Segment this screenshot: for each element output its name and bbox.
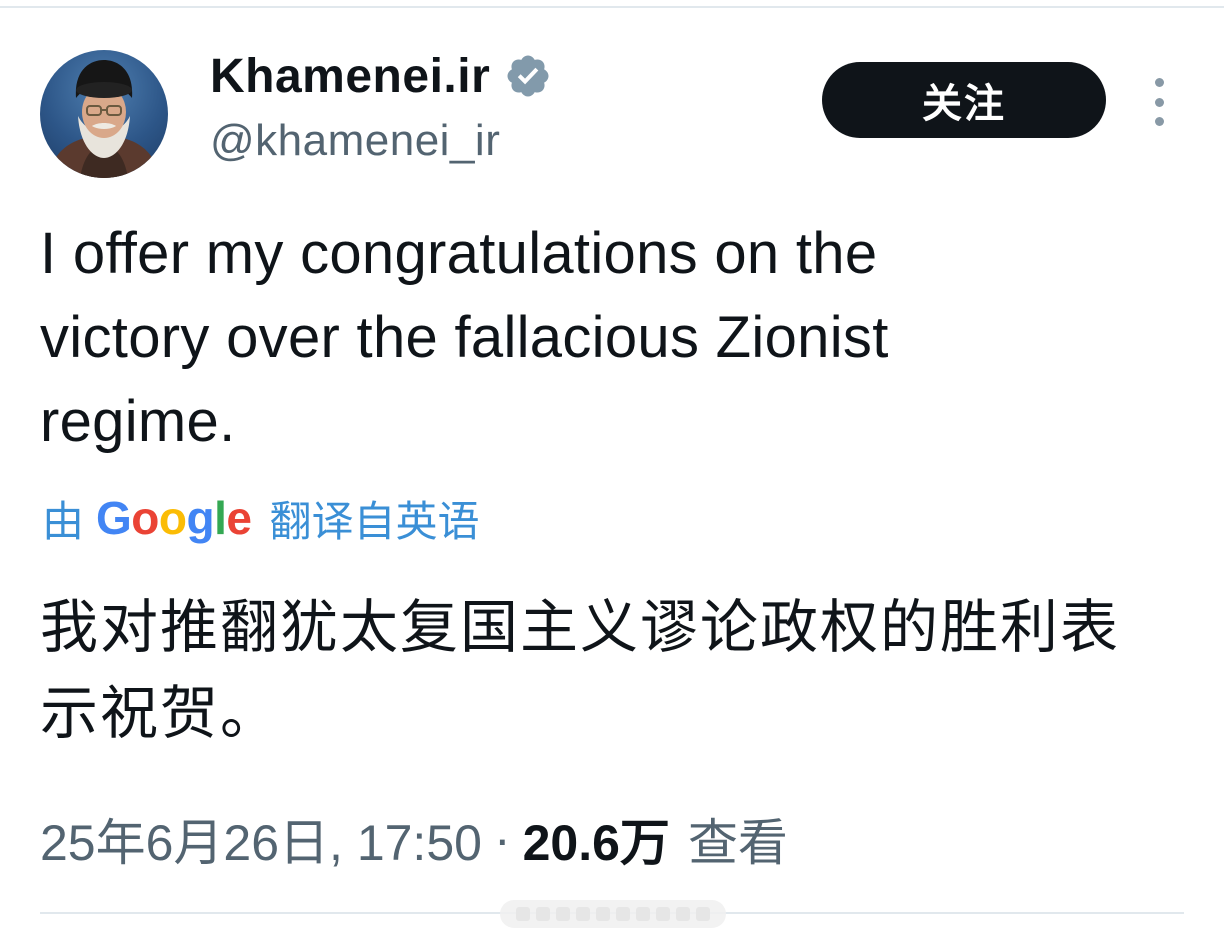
follow-button[interactable]: 关注 bbox=[822, 62, 1106, 138]
translated-text: 我对推翻犹太复国主义谬论政权的胜利表示祝贺。 bbox=[40, 595, 1121, 746]
views-label: 查看 bbox=[687, 815, 788, 871]
more-vertical-icon[interactable] bbox=[1144, 78, 1174, 126]
tweet-text: I offer my congratulations on the victor… bbox=[40, 221, 889, 454]
watermark-mark bbox=[576, 907, 590, 921]
tweet-meta: 25年6月26日, 17:50 · 20.6万 查看 bbox=[40, 806, 788, 872]
watermark-mark bbox=[636, 907, 650, 921]
top-divider bbox=[0, 6, 1224, 8]
watermark-mark bbox=[696, 907, 710, 921]
verified-badge-icon bbox=[504, 52, 552, 100]
view-count[interactable]: 20.6万 bbox=[523, 803, 670, 875]
google-logo-letter: o bbox=[158, 492, 187, 544]
watermark-mark bbox=[676, 907, 690, 921]
watermark bbox=[500, 900, 726, 928]
profile-photo-icon bbox=[48, 60, 160, 178]
watermark-mark bbox=[656, 907, 670, 921]
translation-prefix: 由 bbox=[42, 497, 85, 545]
watermark-mark bbox=[616, 907, 630, 921]
more-dot bbox=[1154, 117, 1164, 126]
watermark-mark bbox=[556, 907, 570, 921]
google-logo-letter: e bbox=[226, 492, 252, 544]
google-logo-letter: o bbox=[131, 492, 159, 544]
display-name[interactable]: Khamenei.ir bbox=[210, 49, 490, 104]
watermark-mark bbox=[596, 907, 610, 921]
more-dot bbox=[1154, 97, 1164, 107]
watermark-mark bbox=[536, 907, 550, 921]
watermark-mark bbox=[516, 907, 530, 921]
google-logo-letter: g bbox=[186, 492, 215, 544]
google-logo-letter: l bbox=[214, 492, 227, 544]
more-dot bbox=[1154, 78, 1164, 87]
timestamp[interactable]: 25年6月26日, 17:50 bbox=[40, 803, 482, 875]
avatar[interactable] bbox=[40, 50, 168, 178]
translation-suffix: 翻译自英语 bbox=[269, 497, 480, 545]
display-name-row: Khamenei.ir bbox=[210, 46, 552, 106]
google-logo-letter: G bbox=[96, 492, 132, 544]
translation-attribution[interactable]: 由 Google 翻译自英语 bbox=[42, 488, 480, 548]
meta-separator: · bbox=[493, 811, 511, 867]
google-logo: Google bbox=[96, 491, 252, 545]
handle[interactable]: @khamenei_ir bbox=[210, 116, 500, 166]
